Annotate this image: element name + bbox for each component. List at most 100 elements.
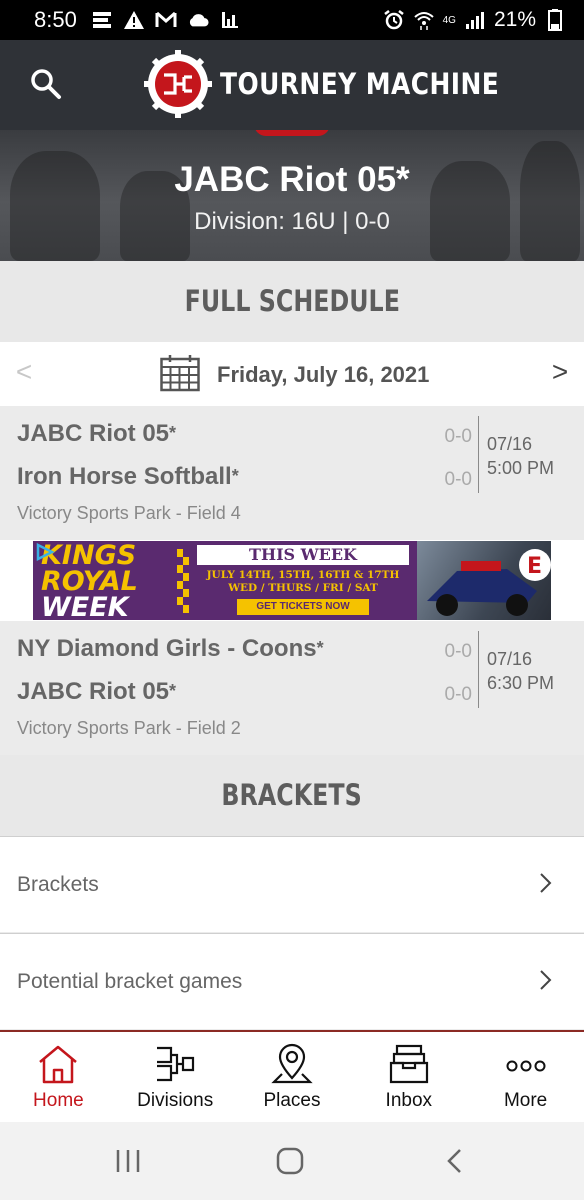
game-date: 07/16	[487, 434, 533, 454]
system-status: 4G 21%	[383, 8, 566, 32]
espn-icon	[91, 9, 113, 31]
adchoices-icon[interactable]	[35, 542, 57, 562]
game-venue[interactable]: Victory Sports Park - Field 2	[17, 718, 241, 739]
ad-checker-stripe	[177, 549, 189, 613]
chart-icon	[219, 9, 241, 31]
calendar-icon[interactable]	[160, 354, 200, 392]
team-name: Iron Horse Softball	[17, 463, 232, 490]
next-date-button[interactable]: >	[548, 356, 572, 388]
more-icon	[504, 1042, 548, 1086]
game-score-1: 0-0	[444, 641, 472, 662]
tab-places-label: Places	[263, 1090, 321, 1111]
game-divider	[478, 416, 479, 493]
status-time: 8:50	[34, 7, 77, 32]
potential-bracket-games-label: Potential bracket games	[17, 970, 243, 993]
gmail-icon	[155, 9, 177, 31]
ad-days-line: WED / THURS / FRI / SAT	[228, 582, 378, 594]
search-icon[interactable]	[28, 66, 64, 102]
ad-details: THIS WEEK JULY 14TH, 15TH, 16TH & 17TH W…	[197, 543, 443, 618]
game-score-2: 0-0	[444, 684, 472, 705]
tourney-machine-logo	[144, 50, 212, 118]
brand-name: TOURNEY MACHINE	[220, 67, 500, 101]
team-name: NY Diamond Girls - Coons	[17, 635, 317, 662]
tab-home[interactable]: Home	[0, 1032, 117, 1122]
brackets-link-label: Brackets	[17, 873, 99, 896]
map-pin-icon	[270, 1042, 314, 1086]
home-icon	[36, 1042, 80, 1086]
star-marker: *	[316, 638, 324, 658]
ad-banner-container: KINGS ROYAL WEEK THIS WEEK JULY 14TH, 15…	[0, 540, 584, 621]
ad-dates: JULY 14TH, 15TH, 16TH & 17TH WED / THURS…	[197, 569, 409, 595]
tab-more-label: More	[503, 1090, 548, 1111]
tab-places[interactable]: Places	[234, 1032, 351, 1122]
star-marker: *	[231, 466, 239, 486]
tab-inbox[interactable]: Inbox	[350, 1032, 467, 1122]
brackets-heading-text: BRACKETS	[221, 778, 363, 812]
ad-cta-button[interactable]: GET TICKETS NOW	[237, 599, 369, 615]
game-score-1: 0-0	[444, 426, 472, 447]
tab-divisions-label: Divisions	[137, 1090, 214, 1111]
tab-divisions[interactable]: Divisions	[117, 1032, 234, 1122]
brackets-heading: BRACKETS	[0, 755, 584, 836]
star-marker: *	[169, 423, 177, 443]
game-date: 07/16	[487, 649, 533, 669]
home-circle-icon[interactable]	[274, 1146, 306, 1176]
game-time: 5:00 PM	[487, 458, 555, 478]
alarm-icon	[383, 9, 405, 31]
game-card[interactable]: NY Diamond Girls - Coons* 0-0 JABC Riot …	[0, 621, 584, 755]
system-nav-bar	[0, 1122, 584, 1200]
game-team-1[interactable]: JABC Riot 05*	[17, 420, 176, 448]
game-team-2[interactable]: Iron Horse Softball*	[17, 463, 239, 491]
game-card[interactable]: JABC Riot 05* 0-0 Iron Horse Softball* 0…	[0, 406, 584, 540]
tab-more[interactable]: More	[467, 1032, 584, 1122]
game-venue[interactable]: Victory Sports Park - Field 4	[17, 503, 241, 524]
trophy-silhouette	[520, 141, 580, 261]
ad-this-week: THIS WEEK	[197, 545, 409, 565]
date-navigator: < Friday, July 16, 2021 >	[0, 342, 584, 406]
team-name: JABC Riot 05*	[174, 160, 410, 199]
team-division: Division: 16U | 0-0	[194, 208, 390, 235]
ad-banner[interactable]: KINGS ROYAL WEEK THIS WEEK JULY 14TH, 15…	[33, 541, 551, 620]
svg-text:E: E	[527, 554, 542, 579]
potential-bracket-games-link[interactable]: Potential bracket games	[0, 933, 584, 1029]
wifi-icon	[413, 9, 435, 31]
brackets-link[interactable]: Brackets	[0, 836, 584, 932]
tab-home-label: Home	[33, 1090, 84, 1111]
game-team-1[interactable]: NY Diamond Girls - Coons*	[17, 635, 324, 663]
chevron-right-icon	[538, 871, 554, 895]
network-type: 4G	[442, 14, 456, 26]
signal-icon	[464, 9, 486, 31]
bottom-tab-bar: Home Divisions Places Inbox More	[0, 1030, 584, 1122]
ad-line-3: WEEK	[41, 592, 129, 620]
game-score-2: 0-0	[444, 469, 472, 490]
ad-race-car-image: E	[417, 541, 551, 620]
notification-icons	[91, 9, 241, 31]
prev-date-button[interactable]: <	[12, 356, 36, 388]
game-datetime: 07/16 6:30 PM	[487, 647, 554, 695]
star-marker: *	[169, 681, 177, 701]
game-divider	[478, 631, 479, 708]
cloud-icon	[187, 9, 209, 31]
ad-dates-line: JULY 14TH, 15TH, 16TH & 17TH	[206, 569, 400, 581]
hero-accent	[254, 130, 330, 136]
status-bar: 8:50 4G 21%	[0, 0, 584, 40]
team-name: JABC Riot 05	[17, 678, 170, 705]
game-time: 6:30 PM	[487, 673, 555, 693]
schedule-heading: FULL SCHEDULE	[0, 261, 584, 342]
team-name: JABC Riot 05	[17, 420, 170, 447]
inbox-icon	[387, 1042, 431, 1086]
team-hero: JABC Riot 05* Division: 16U | 0-0	[0, 130, 584, 261]
back-icon[interactable]	[440, 1146, 472, 1176]
schedule-heading-text: FULL SCHEDULE	[184, 284, 400, 318]
tab-inbox-label: Inbox	[385, 1090, 433, 1111]
bracket-icon	[153, 1042, 197, 1086]
app-header: TOURNEY MACHINE	[0, 40, 584, 130]
battery-percent: 21%	[493, 8, 536, 31]
game-team-2[interactable]: JABC Riot 05*	[17, 678, 176, 706]
recents-icon[interactable]	[112, 1146, 144, 1176]
chevron-right-icon	[538, 968, 554, 992]
brand-logo[interactable]: TOURNEY MACHINE	[144, 50, 545, 118]
warning-icon	[123, 9, 145, 31]
battery-icon	[544, 9, 566, 31]
current-date[interactable]: Friday, July 16, 2021	[217, 362, 429, 388]
